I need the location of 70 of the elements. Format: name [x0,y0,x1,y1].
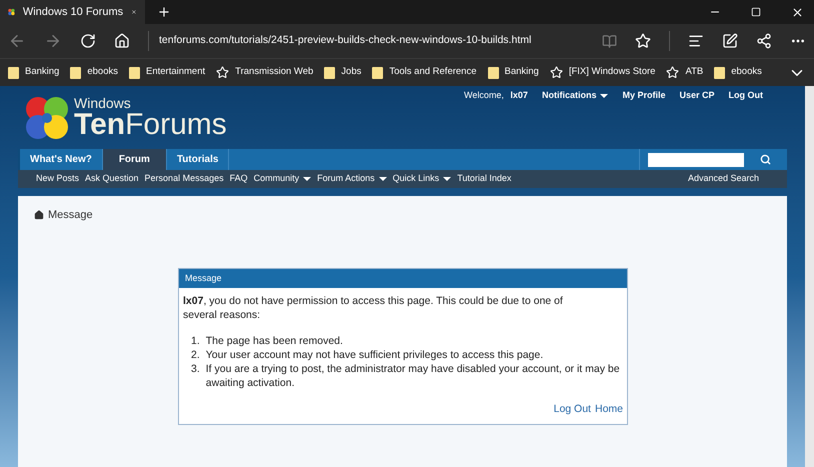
new-tab-icon[interactable] [157,5,171,19]
home-icon[interactable] [34,210,44,220]
user-link[interactable]: Notifications [542,89,608,102]
advanced-search-link[interactable]: Advanced Search [688,172,769,186]
logo-top-text: Windows [74,96,132,110]
bookmark[interactable]: Entertainment [128,65,206,80]
search-field[interactable] [648,152,744,166]
folder-icon [714,66,726,78]
note-icon[interactable] [722,33,738,49]
search-icon[interactable] [760,154,771,165]
reason-text: Your user account may not have sufficient privileges to access this page. [206,348,544,362]
user-link[interactable]: My Profile [622,89,666,102]
caret-icon [378,176,387,181]
folder-icon [372,66,384,78]
browser-tab[interactable]: Windows 10 Forums [0,0,145,24]
welcome-text: Welcome, lx07 [464,89,528,102]
subnav-link[interactable]: Tutorial Index [457,172,512,186]
bookmark[interactable]: ebooks [714,65,762,80]
favorite-icon[interactable] [635,33,651,49]
subnav-link[interactable]: Quick Links [392,172,452,186]
logo-text: TenForums [74,110,227,140]
bookmark[interactable]: Tools and Reference [372,65,476,80]
caret-icon [600,94,608,98]
subnav-link[interactable]: Forum Actions [317,172,387,186]
folder-icon [8,66,19,78]
user-link[interactable]: User CP [679,89,714,102]
folder-icon [488,66,498,78]
star-icon [550,66,563,79]
nav-tab[interactable]: Forum [102,149,167,170]
caret-icon [443,176,452,181]
bookmark[interactable]: ATB [666,65,704,80]
share-icon[interactable] [756,33,772,49]
subnav-link[interactable]: FAQ [230,172,248,186]
star-icon [216,66,230,79]
bookmark[interactable]: Banking [8,65,60,80]
footer-link[interactable]: Home [594,402,623,416]
folder-icon [324,66,336,78]
message-text: lx07, you do not have permission to access this page. This could be due to one of several reasons: [183,294,564,322]
logo-icon [24,94,70,140]
tab-title: Windows 10 Forums [22,4,124,20]
forward-icon[interactable] [44,32,62,50]
back-icon[interactable] [8,32,26,50]
list-number: 1. [191,334,200,348]
close-icon[interactable] [791,6,804,18]
refresh-icon[interactable] [80,33,96,49]
list-number: 2. [191,348,200,362]
bookmark[interactable]: Jobs [324,65,362,80]
reason-text: If you are a trying to post, the administrator may have disabled your account, or it may be awaiting activation. [206,362,621,390]
subnav-link[interactable]: New Posts [36,172,80,186]
star-icon [666,66,680,79]
list-number: 3. [191,362,200,377]
hub-icon[interactable] [688,33,704,49]
subnav-link[interactable]: Community [254,172,312,186]
folder-icon [70,66,82,78]
scrollbar[interactable] [805,86,814,467]
breadcrumb-text: Message [48,208,93,223]
caret-icon [303,176,312,181]
subnav-link[interactable]: Ask Question [85,172,139,186]
folder-icon [128,66,140,78]
user-link[interactable]: Log Out [728,89,763,102]
maximize-icon[interactable] [751,7,761,17]
footer-link[interactable]: Log Out [554,402,591,416]
bookmark[interactable]: [FIX] Windows Store [550,65,656,80]
reading-view-icon[interactable] [602,34,617,48]
bookmark[interactable]: ebooks [70,65,118,80]
subnav-link[interactable]: Personal Messages [144,172,224,186]
reason-text: The page has been removed. [206,334,343,348]
bookmark[interactable]: Transmission Web [216,65,314,80]
bookmark[interactable]: Banking [488,65,539,80]
message-title: Message [179,268,627,288]
